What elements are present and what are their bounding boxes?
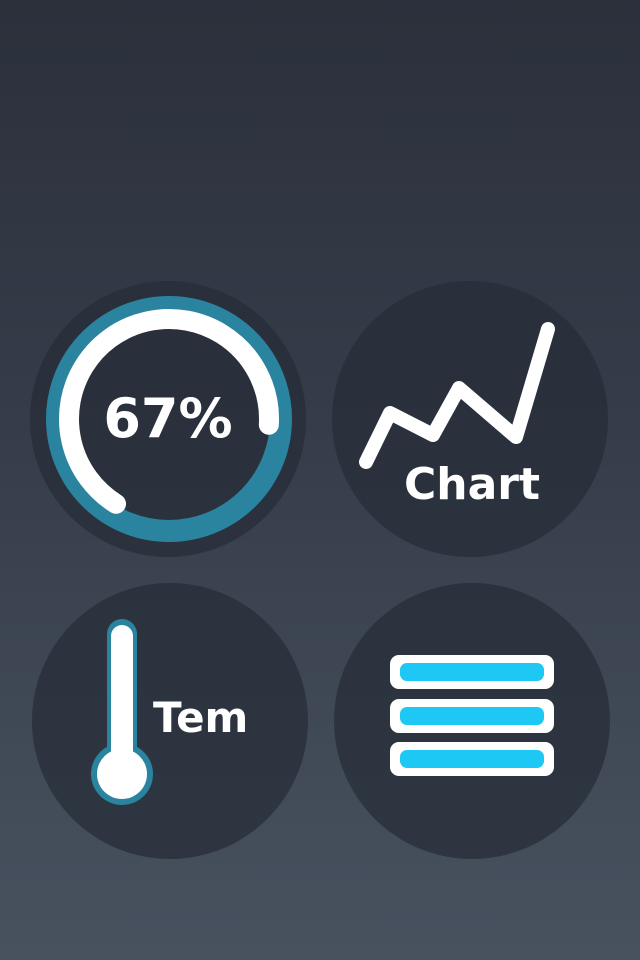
chart-tile[interactable]: Chart — [332, 281, 608, 557]
hamburger-list-icon — [390, 655, 554, 776]
menu-row-2 — [390, 699, 554, 733]
chart-label: Chart — [404, 459, 541, 510]
menu-row-3 — [390, 742, 554, 776]
line-chart-icon — [359, 322, 555, 469]
menu-tile[interactable] — [334, 583, 610, 859]
progress-tile[interactable]: 67% — [30, 281, 306, 557]
menu-row-1 — [390, 655, 554, 689]
temperature-label: Tem — [153, 693, 249, 742]
progress-value: 67% — [103, 387, 233, 450]
temperature-tile[interactable]: Tem — [32, 583, 308, 859]
